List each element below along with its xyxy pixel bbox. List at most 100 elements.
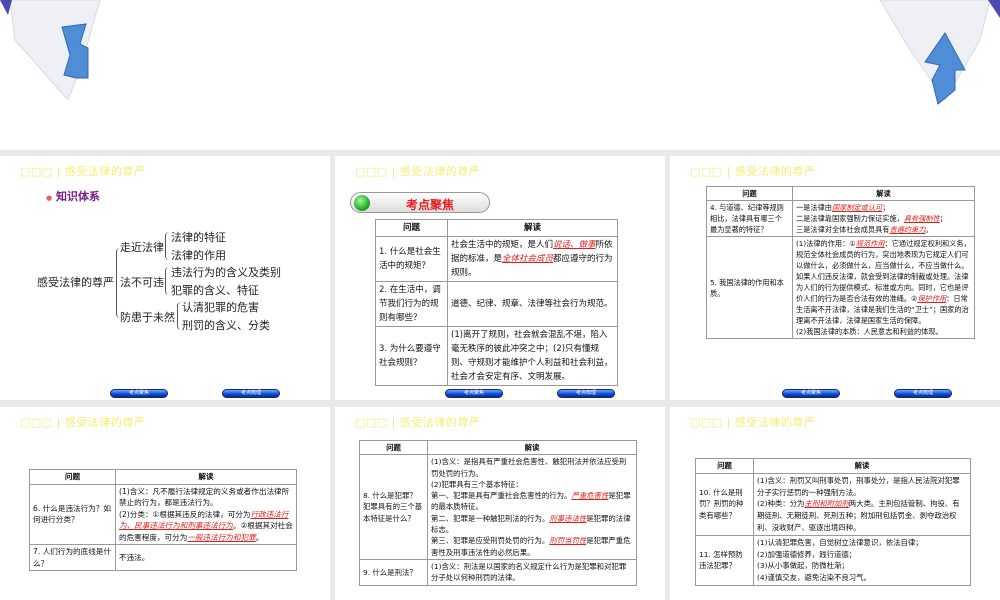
section-title: ● 知识体系: [46, 188, 100, 204]
slide-header: □□□ | 感受法律的尊严: [355, 165, 481, 178]
tree-leaf: 法律的作用: [171, 249, 226, 262]
brace: [165, 267, 169, 295]
answer-paragraph: (1)含义：刑罚又叫刑事处罚，刑事处分，是指人民法院对犯罪分子实行惩罚的一种强制…: [757, 475, 967, 499]
column-header-answer: 解读: [753, 458, 971, 474]
slide-thumbnail-6[interactable]: □□□ | 感受法律的尊严 问题 解读 10. 什么是刑罚？刑罚的种类有哪些？ (1)…: [670, 407, 1000, 600]
table-header-row: 问题 解读: [695, 458, 971, 474]
highlighted-answer-text: 主刑和附加刑: [804, 499, 849, 509]
nav-next-button[interactable]: 考点梳理: [557, 389, 615, 398]
table-row: 8. 什么是犯罪？犯罪具有的三个基本特征是什么？ (1)含义：是指具有严重社会危害…: [359, 454, 637, 560]
table-header-row: 问题 解读: [706, 186, 975, 201]
answer-text: (1)含义：刑法是以国家的名义规定什么行为是犯罪和对犯罪分子处以何种刑罚的法律。: [431, 561, 627, 583]
answer-paragraph: 第二、犯罪是一种触犯刑法的行为。刑事违法性是犯罪的法律标志。: [431, 513, 633, 536]
highlighted-answer-text: 规范作用: [855, 239, 885, 248]
slide-thumbnail-5[interactable]: □□□ | 感受法律的尊严 问题 解读 8. 什么是犯罪？犯罪具有的三个基本特征是什…: [335, 407, 665, 600]
answer-text: (1)含义：刑罚又叫刑事处罚，刑事处分，是指人民法院对犯罪分子实行惩罚的一种强制…: [757, 475, 960, 497]
answer-paragraph: (2)加强道德修养，践行道德；: [757, 549, 967, 561]
answer-cell: 道德、纪律、规章、法律等社会行为规范。: [447, 281, 618, 327]
slide-thumbnail-top[interactable]: [0, 0, 1000, 150]
table-row: 11. 怎样预防违法犯罪？ (1)认清犯罪危害，自觉树立法律意识，依法自律； (2)…: [695, 534, 971, 586]
answer-cell: (1)含义：刑罚又叫刑事处罚，刑事处分，是指人民法院对犯罪分子实行惩罚的一种强制…: [753, 472, 971, 536]
column-header-question: 问题: [375, 219, 448, 237]
answer-paragraph: (4)谨慎交友，避免沾染不良习气。: [757, 572, 967, 584]
highlighted-answer-text: 刑罚当罚性: [549, 536, 587, 546]
column-header-answer: 解读: [115, 469, 297, 485]
nav-prev-button[interactable]: 考点聚焦: [445, 389, 503, 398]
question-cell: 11. 怎样预防违法犯罪？: [695, 534, 754, 586]
slide-thumbnail-3[interactable]: □□□ | 感受法律的尊严 问题 解读 4. 与道德、纪律等规则相比，法律具有哪三个…: [670, 156, 1000, 400]
tree-leaf: 犯罪的含义、特征: [171, 284, 259, 297]
answer-text: 二是法律靠国家强制力保证实施，: [796, 214, 904, 223]
answer-paragraph: 道德、纪律、规章、法律等社会行为规范。: [451, 297, 614, 311]
question-cell: 1. 什么是社会生活中的规矩？: [375, 236, 448, 282]
qa-table: 问题 解读 1. 什么是社会生活中的规矩？ 社会生活中的规矩，是人们说话、做事所依据的…: [375, 219, 618, 386]
column-header-answer: 解读: [447, 219, 618, 237]
question-cell: 10. 什么是刑罚？刑罚的种类有哪些？: [695, 472, 754, 536]
column-header-question: 问题: [706, 186, 793, 201]
nav-next-button[interactable]: 考点梳理: [894, 389, 952, 398]
table-row: 1. 什么是社会生活中的规矩？ 社会生活中的规矩，是人们说话、做事所依据的标准，是…: [375, 236, 618, 282]
question-cell: 5. 我国法律的作用和本质。: [706, 236, 793, 339]
answer-paragraph: (3)从小事做起，防微杜渐；: [757, 560, 967, 572]
nav-prev-button[interactable]: 考点聚焦: [110, 389, 168, 398]
table-header-row: 问题 解读: [359, 439, 637, 456]
bullet-icon: ●: [46, 194, 53, 202]
answer-paragraph: (1)认清犯罪危害，自觉树立法律意识，依法自律；: [757, 537, 967, 549]
answer-text: (4)谨慎交友，避免沾染不良习气。: [757, 573, 871, 583]
answer-cell: (1)认清犯罪危害，自觉树立法律意识，依法自律； (2)加强道德修养，践行道德； (…: [753, 534, 971, 586]
answer-paragraph: (2)种类：分为主刑和附加刑两大类。主刑包括管制、拘役、有期徒刑、无期徒刑、死刑…: [757, 498, 967, 533]
question-cell: 2. 在生活中，调节我们行为的规则有哪些？: [375, 281, 448, 327]
answer-text: (2)分类：①根据其违反的法律，可分为: [119, 509, 251, 519]
answer-text: (1)认清犯罪危害，自觉树立法律意识，依法自律；: [757, 537, 923, 547]
qa-table: 问题 解读 6. 什么是违法行为？如何进行分类？ (1)含义：凡不履行法律规定的义务或…: [29, 469, 297, 571]
table-header-row: 问题 解读: [29, 469, 297, 485]
answer-paragraph: (1)离开了规则，社会就会混乱不堪，陷入毫无秩序的彼此冲突之中；(2)只有懂规则…: [451, 328, 614, 384]
slide-thumbnail-1[interactable]: □□□ | 感受法律的尊严 ● 知识体系 感受法律的尊严 走近法律 法不可违 防…: [0, 156, 330, 400]
answer-text: 第二、犯罪是一种触犯刑法的行为。: [431, 513, 550, 523]
qa-table: 问题 解读 10. 什么是刑罚？刑罚的种类有哪些？ (1)含义：刑罚又叫刑事处罚，刑事…: [695, 458, 971, 586]
answer-paragraph: 不违法。: [119, 552, 293, 564]
slide-thumbnail-4[interactable]: □□□ | 感受法律的尊严 问题 解读 6. 什么是违法行为？如何进行分类？ (1)含…: [0, 407, 330, 600]
tree-branch: 防患于未然: [120, 311, 175, 324]
answer-paragraph: 第一、犯罪是具有严重社会危害性的行为。严重危害性是犯罪的最本质特征。: [431, 490, 633, 513]
green-dot-icon: [354, 195, 370, 211]
tree-root: 感受法律的尊严: [37, 276, 114, 289]
answer-cell: (1)离开了规则，社会就会混乱不堪，陷入毫无秩序的彼此冲突之中；(2)只有懂规则…: [447, 326, 618, 386]
answer-text: 道德、纪律、规章、法律等社会行为规范。: [451, 299, 613, 309]
answer-text: 社会生活中的规矩，是人们: [451, 240, 554, 250]
table-row: 10. 什么是刑罚？刑罚的种类有哪些？ (1)含义：刑罚又叫刑事处罚，刑事处分，是…: [695, 472, 971, 536]
answer-cell: 不违法。: [115, 544, 297, 571]
answer-text: (1)含义：凡不履行法律规定的义务或者作出法律所禁止的行为，都是违法行为。: [119, 486, 290, 508]
qa-table: 问题 解读 4. 与道德、纪律等规则相比，法律具有哪三个最为显著的特征？ 一是法律由国…: [706, 186, 975, 339]
answer-paragraph: (2)分类：①根据其违反的法律，可分为行政违法行为、民事违法行为和刑事违法行为。…: [119, 509, 293, 544]
table-row: 2. 在生活中，调节我们行为的规则有哪些？ 道德、纪律、规章、法律等社会行为规范。: [375, 281, 618, 327]
table-row: 4. 与道德、纪律等规则相比，法律具有哪三个最为显著的特征？ 一是法律由国家制定或…: [706, 200, 975, 237]
column-header-question: 问题: [359, 439, 428, 456]
answer-text: ；: [939, 214, 947, 223]
slide-header: □□□ | 感受法律的尊严: [20, 416, 146, 429]
section-banner: 考点聚焦: [350, 192, 490, 213]
slide-thumbnail-2[interactable]: □□□ | 感受法律的尊严 考点聚焦 问题 解读 1. 什么是社会生活中的规矩？ 社会…: [335, 156, 665, 400]
column-header-question: 问题: [695, 458, 754, 474]
tree-leaf: 法律的特征: [171, 231, 226, 244]
answer-cell: (1)含义：刑法是以国家的名义规定什么行为是犯罪和对犯罪分子处以何种刑罚的法律。: [427, 558, 637, 586]
slide-header: □□□ | 感受法律的尊严: [355, 416, 481, 429]
table-header-row: 问题 解读: [375, 219, 618, 237]
nav-next-button[interactable]: 考点梳理: [222, 389, 280, 398]
arrow-decoration-left-icon: [0, 0, 101, 101]
answer-paragraph: 第三、犯罪是应受刑罚处罚的行为。刑罚当罚性是犯罪严重危害性及刑事违法性的必然后果…: [431, 535, 633, 558]
question-cell: 8. 什么是犯罪？犯罪具有的三个基本特征是什么？: [359, 454, 428, 560]
question-cell: 6. 什么是违法行为？如何进行分类？: [29, 483, 116, 545]
answer-text: (1)法律的作用：①: [796, 239, 856, 248]
brace: [177, 302, 181, 330]
highlighted-answer-text: 全体社会成员: [502, 254, 554, 264]
banner-label: 考点聚焦: [406, 198, 455, 212]
answer-paragraph: (1)含义：是指具有严重社会危害性、触犯刑法并依法应受刑罚处罚的行为。: [431, 456, 633, 479]
answer-paragraph: 二是法律靠国家强制力保证实施，具有强制性；: [796, 213, 971, 224]
nav-prev-button[interactable]: 考点聚焦: [782, 389, 840, 398]
tree-branch: 法不可违: [120, 276, 164, 289]
answer-text: (1)含义：是指具有严重社会危害性、触犯刑法并依法应受刑罚处罚的行为。: [431, 457, 627, 478]
answer-text: (2)种类：分为: [757, 499, 805, 509]
answer-paragraph: 一是法律由国家制定或认可；: [796, 202, 971, 213]
question-cell: 9. 什么是刑法？: [359, 558, 428, 586]
